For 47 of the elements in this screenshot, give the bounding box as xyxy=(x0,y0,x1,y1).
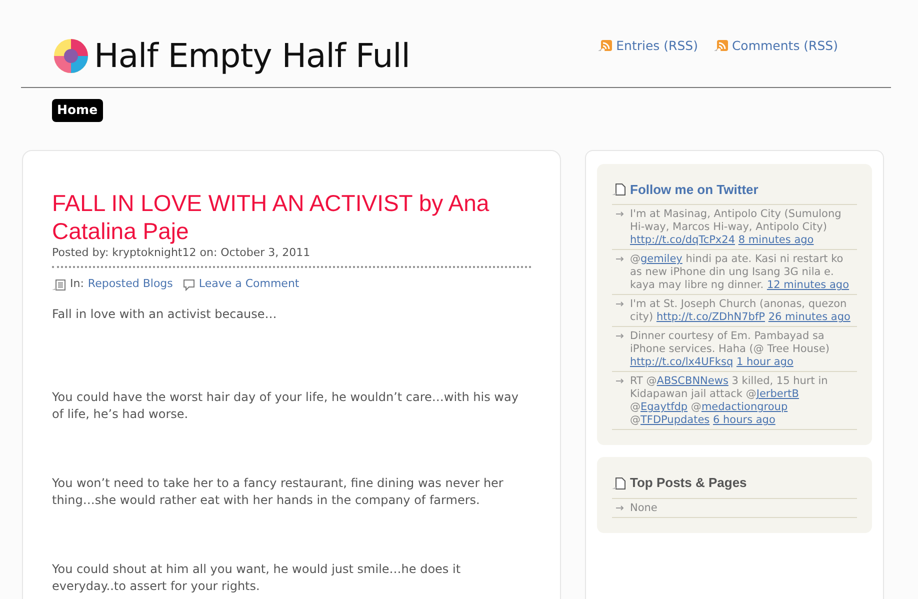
page-icon xyxy=(612,183,626,196)
widget-item: None xyxy=(630,502,658,514)
rss-icon xyxy=(598,40,612,52)
tweet-link[interactable]: 12 minutes ago xyxy=(766,279,850,292)
tweet-link[interactable]: http://t.co/lx4UFksq xyxy=(630,356,734,368)
arrow-icon xyxy=(616,256,625,262)
arrow-icon xyxy=(616,504,625,511)
tweet-link[interactable]: ABSCBNNews xyxy=(656,375,728,388)
body-paragraph: You won’t need to take her to a fancy restaurant, fine dining was never her thing…she would rather eat with her hands in the company of farmers. xyxy=(52,474,504,509)
post-byline: Posted by: kryptoknight12 on: October 3, 2011 xyxy=(52,244,312,261)
feed-link[interactable]: Comments (RSS) xyxy=(732,37,838,56)
tweet-link[interactable]: Egaytfdp xyxy=(640,401,688,414)
widget-title: Follow me on Twitter xyxy=(630,180,758,199)
tweet-link[interactable]: gemiley xyxy=(640,253,682,266)
tweet-link[interactable]: 8 minutes ago xyxy=(738,234,814,246)
tweet-link[interactable]: 1 hour ago xyxy=(736,356,794,368)
tweet-link[interactable]: 6 hours ago xyxy=(713,414,776,426)
site-title: Half Empty Half Full xyxy=(94,34,410,77)
arrow-icon xyxy=(616,378,625,384)
body-paragraph: Fall in love with an activist because… xyxy=(52,306,278,323)
category-link[interactable]: Reposted Blogs xyxy=(88,276,173,293)
tweet-link[interactable]: http://t.co/dqTcPx24 xyxy=(630,234,735,246)
tweet-link[interactable]: TFDPupdates xyxy=(640,414,710,426)
tweet-link[interactable]: JerbertB xyxy=(756,388,799,400)
rss-icon xyxy=(714,40,728,52)
post-title[interactable]: FALL IN LOVE WITH AN ACTIVIST by Ana Catalina Paje xyxy=(52,188,531,245)
tweet-link[interactable]: http://t.co/ZDhN7bfP xyxy=(656,311,765,324)
page-icon xyxy=(612,476,626,490)
tweet-text: I'm at St. Joseph Church (anonas, quezon city) http://t.co/ZDhN7bfP 26 minutes ago xyxy=(630,298,850,324)
arrow-icon xyxy=(616,301,625,308)
comment-link[interactable]: Leave a Comment xyxy=(198,276,300,293)
body-paragraph: You could have the worst hair day of your life, he wouldn’t care…with his way of life, he’s had worse. xyxy=(52,388,520,423)
comment-icon xyxy=(182,278,195,290)
tweet-link[interactable]: medactiongroup xyxy=(701,401,788,414)
nav-tab[interactable]: Home xyxy=(52,99,103,122)
tweet-text: Dinner courtesy of Em. Pambayad sa iPhone services. Haha (@ Tree House) http://t.co/lx4UFksq 1 hour ago xyxy=(630,330,830,368)
logo-icon xyxy=(52,36,90,74)
category-label: In: xyxy=(70,276,84,292)
tweet-link[interactable]: 26 minutes ago xyxy=(768,311,850,324)
tweet-text: RT @ABSCBNNews 3 killed, 15 hurt in Kidapawan jail attack @JerbertB @Egaytfdp @medactiongroup @TFDPupdates 6 hours ago xyxy=(630,375,828,426)
feed-link[interactable]: Entries (RSS) xyxy=(616,37,698,56)
body-paragraph: You could shout at him all you want, he would just smile…he does it everyday..to assert for your rights. xyxy=(52,560,462,595)
arrow-icon xyxy=(616,211,625,218)
widget-title: Top Posts & Pages xyxy=(630,474,747,492)
arrow-icon xyxy=(616,333,625,340)
tweet-text: I'm at Masinag, Antipolo City (Sumulong Hi-way, Marcos Hi-way, Antipolo City) http://t.co/dqTcPx24 8 minutes ago xyxy=(630,208,842,246)
tweet-text: @gemiley hindi pa ate. Kasi ni restart ko as new iPhone din ung Isang 3G nila e. kaya may libre ng dinner. 12 minutes ago xyxy=(630,253,850,292)
